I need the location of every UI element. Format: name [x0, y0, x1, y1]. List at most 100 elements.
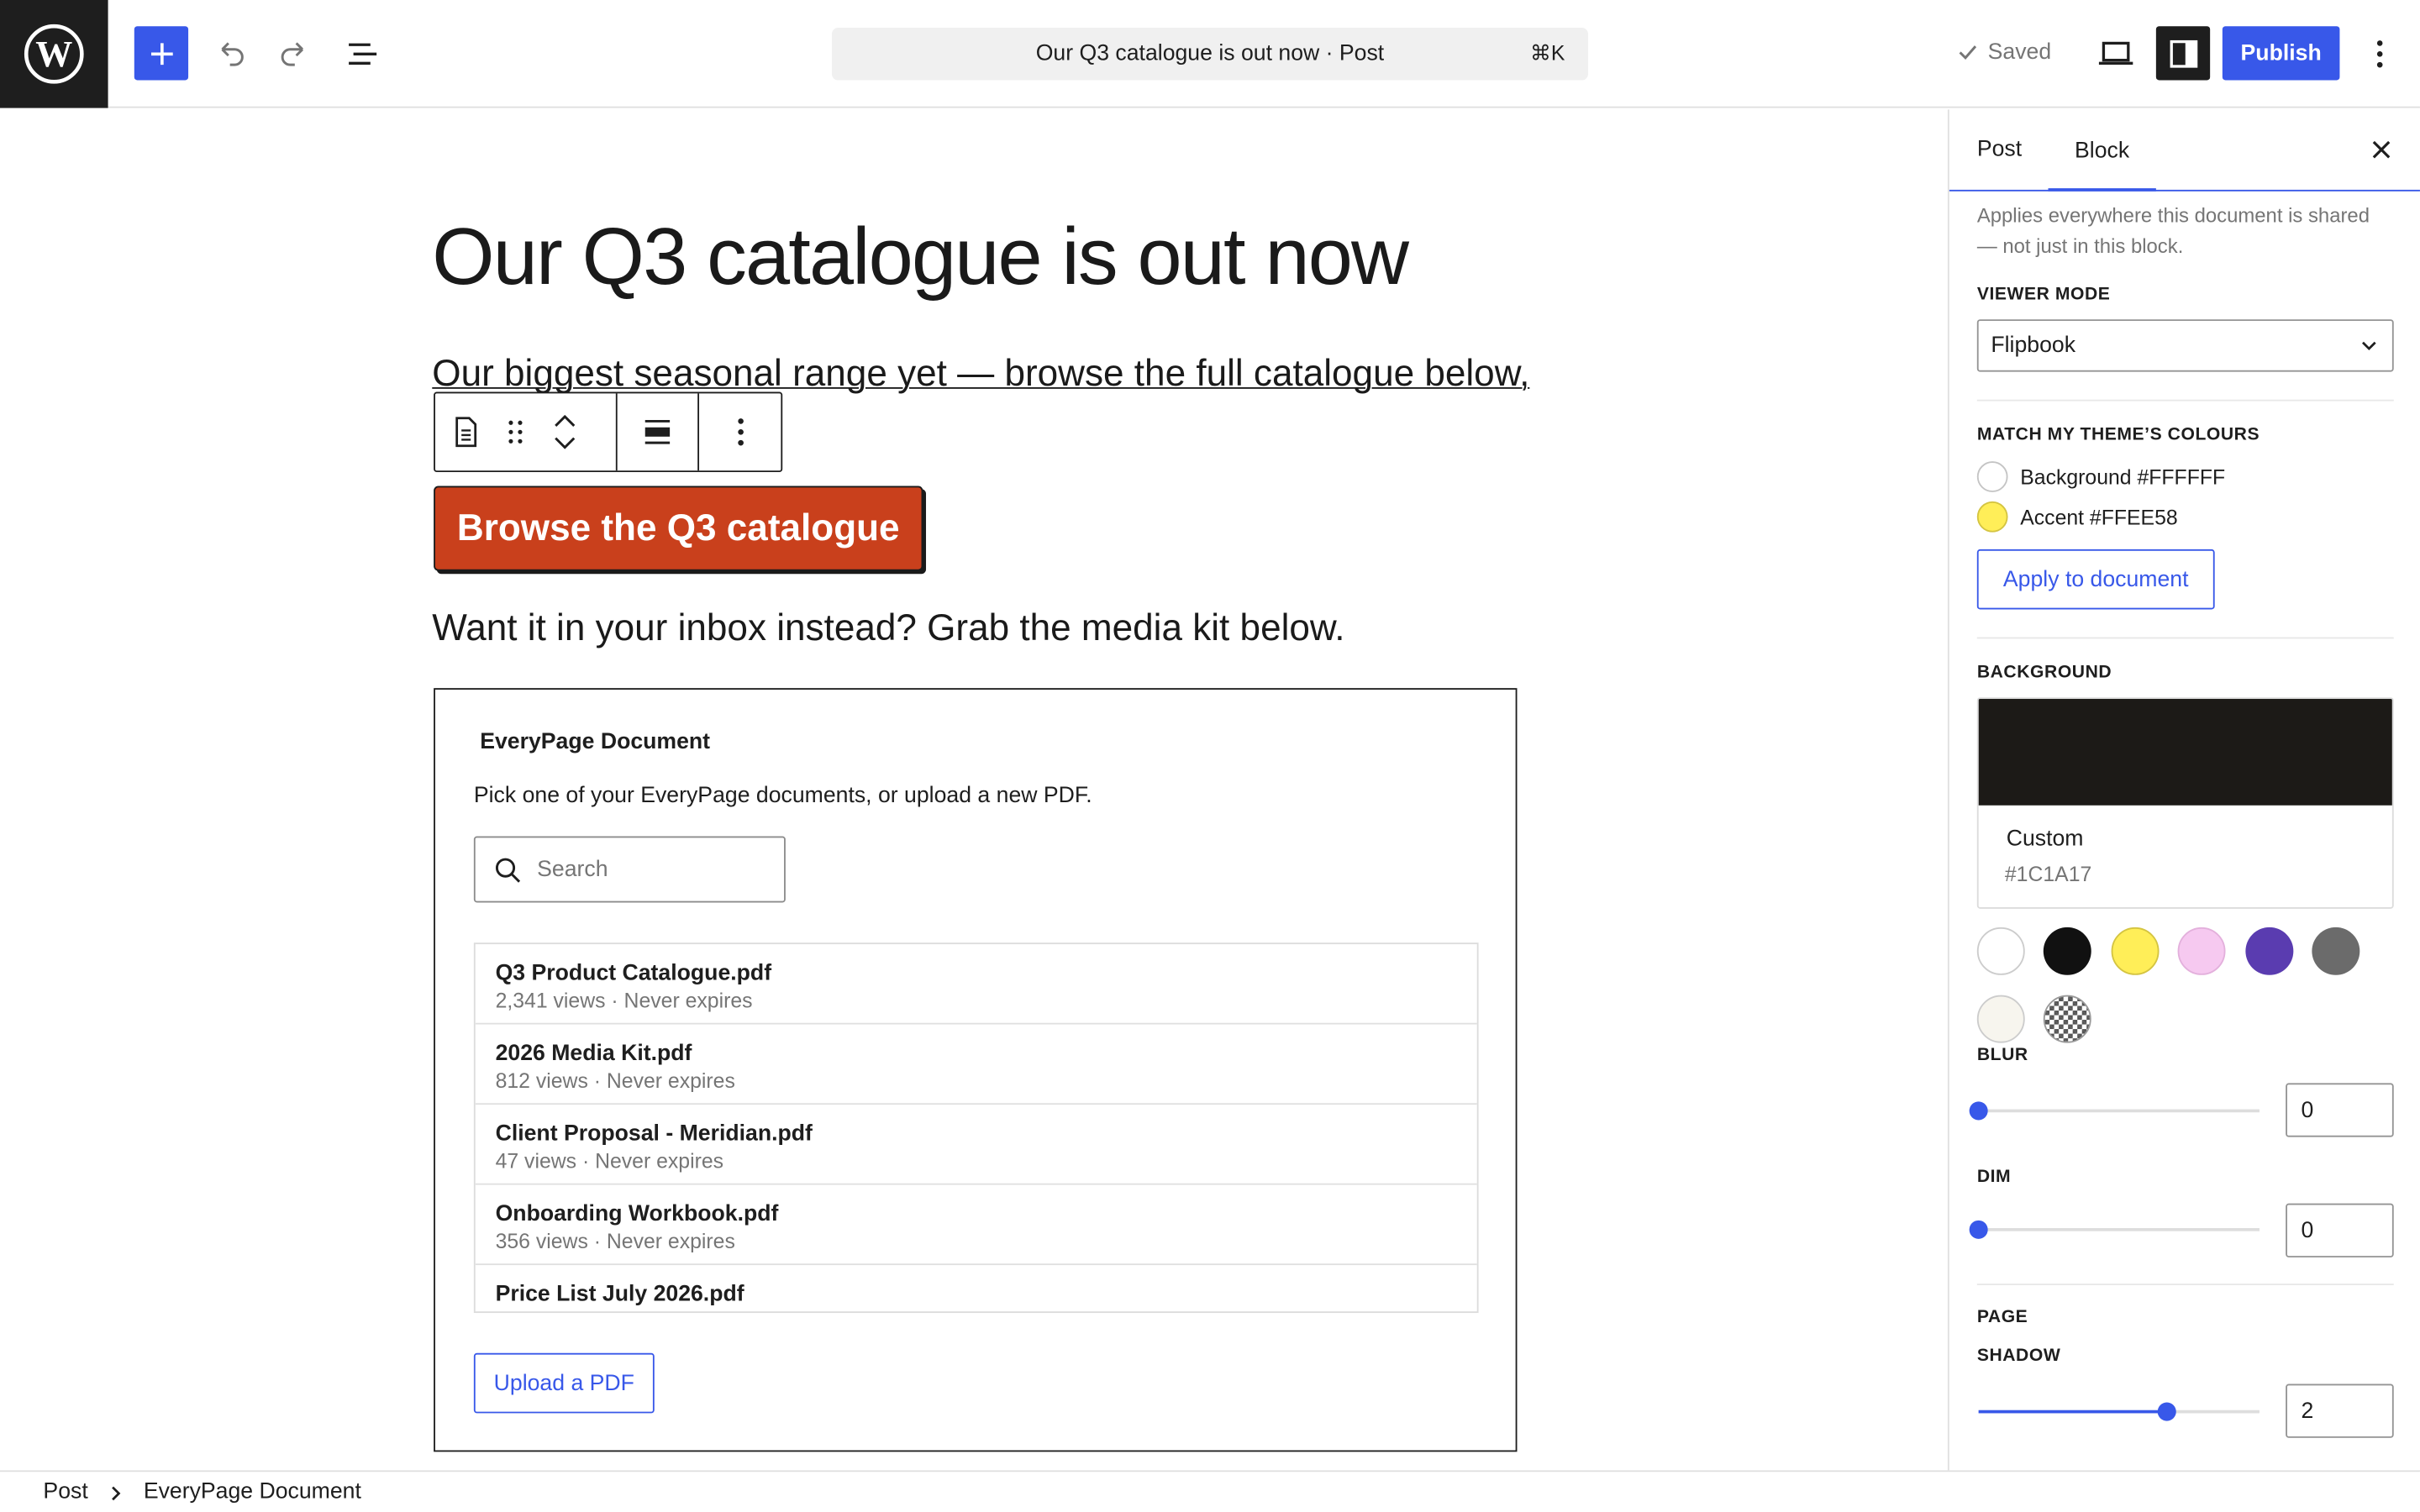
document-list-item[interactable]: Q3 Product Catalogue.pdf 2,341 views · N…	[475, 944, 1477, 1025]
block-toolbar	[434, 391, 783, 473]
check-icon	[1959, 45, 1977, 60]
palette-swatch-pink[interactable]	[2177, 927, 2226, 975]
dim-slider[interactable]	[1969, 1220, 2260, 1239]
shadow-input[interactable]: 2	[2286, 1383, 2394, 1438]
publish-button[interactable]: Publish	[2222, 26, 2340, 81]
browse-catalogue-button[interactable]: Browse the Q3 catalogue	[434, 486, 923, 571]
everypage-document-block[interactable]: EveryPage Document Pick one of your Ever…	[434, 688, 1518, 1452]
theme-colour-accent[interactable]: Accent #FFEE58	[1976, 501, 2178, 533]
document-list-item[interactable]: Price List July 2026.pdf	[476, 1265, 1477, 1311]
sidebar-tabs: Post Block	[1949, 109, 2420, 192]
block-inserter-button[interactable]	[134, 26, 189, 81]
accent-swatch	[1976, 501, 2008, 533]
shadow-slider-fill	[1978, 1410, 2167, 1414]
shadow-label: Shadow	[1976, 1347, 2061, 1366]
palette-swatch-yellow[interactable]	[2111, 927, 2160, 975]
document-settings-help: Applies everywhere this document is shar…	[1976, 203, 2370, 258]
chevron-down-icon	[2362, 341, 2376, 351]
editor-header: W Our Q3 catalogue is out now · Post ⌘K …	[0, 0, 2420, 108]
document-search-input[interactable]	[534, 855, 772, 884]
tab-post[interactable]: Post	[1977, 109, 2022, 190]
apply-to-document-button[interactable]: Apply to document	[1976, 549, 2215, 610]
post-title[interactable]: Our Q3 catalogue is out now	[432, 212, 1409, 304]
background-colour-preview	[1978, 699, 2392, 806]
background-label: Background	[1976, 663, 2112, 682]
breadcrumb-post[interactable]: Post	[43, 1479, 87, 1504]
upload-pdf-button[interactable]: Upload a PDF	[473, 1352, 655, 1414]
match-theme-colours-label: Match my theme’s colours	[1976, 425, 2260, 444]
document-overview-icon[interactable]	[343, 34, 383, 74]
close-icon[interactable]	[2363, 131, 2400, 168]
settings-sidebar-icon[interactable]	[2155, 26, 2211, 81]
search-icon	[495, 857, 521, 882]
background-colour-picker[interactable]: Custom #1C1A17	[1976, 697, 2394, 909]
command-shortcut: ⌘K	[1530, 41, 1565, 66]
document-list-item[interactable]: Onboarding Workbook.pdf 356 views · Neve…	[475, 1185, 1477, 1266]
settings-sidebar: Post Block Applies everywhere this docum…	[1947, 109, 2420, 1471]
palette-swatch-white[interactable]	[1976, 927, 2025, 975]
command-palette-bar[interactable]: Our Q3 catalogue is out now · Post ⌘K	[831, 28, 1588, 81]
everypage-block-description: Pick one of your EveryPage documents, or…	[473, 784, 1092, 809]
document-name: Client Proposal - Meridian.pdf	[495, 1121, 813, 1147]
block-toolbar-group-more	[699, 393, 781, 470]
document-block-icon[interactable]	[435, 393, 497, 470]
document-list-item[interactable]: Client Proposal - Meridian.pdf 47 views …	[475, 1105, 1477, 1185]
everypage-block-title: EveryPage Document	[480, 729, 711, 755]
breadcrumb-everypage-document[interactable]: EveryPage Document	[144, 1479, 361, 1504]
document-title: Our Q3 catalogue is out now · Post	[1035, 41, 1385, 66]
document-meta: 812 views · Never expires	[495, 1068, 735, 1093]
wordpress-logo-icon[interactable]: W	[0, 0, 108, 108]
inbox-paragraph[interactable]: Want it in your inbox instead? Grab the …	[432, 608, 1344, 651]
theme-colour-background[interactable]: Background #FFFFFF	[1976, 461, 2226, 492]
document-search-field[interactable]	[473, 836, 786, 903]
document-name: 2026 Media Kit.pdf	[495, 1041, 692, 1067]
block-toolbar-group-align	[618, 393, 700, 471]
blur-slider[interactable]	[1969, 1101, 2260, 1121]
dim-slider-thumb[interactable]	[1969, 1220, 1988, 1239]
section-divider	[1976, 637, 2394, 639]
drag-handle-icon[interactable]	[497, 393, 534, 470]
document-meta: 47 views · Never expires	[495, 1149, 724, 1173]
section-divider	[1976, 399, 2394, 402]
shadow-slider[interactable]	[1978, 1402, 2260, 1421]
theme-colour-label: Background #FFFFFF	[2020, 465, 2226, 489]
undo-icon[interactable]	[210, 34, 250, 74]
theme-colour-label: Accent #FFEE58	[2020, 505, 2178, 529]
block-options-icon[interactable]	[699, 393, 781, 470]
viewer-mode-select[interactable]: Flipbook	[1976, 319, 2394, 372]
section-divider	[1976, 1284, 2394, 1285]
align-wide-icon[interactable]	[618, 393, 698, 470]
move-down-icon[interactable]	[554, 437, 576, 449]
blur-label: Blur	[1976, 1046, 2028, 1065]
tab-block[interactable]: Block	[2048, 109, 2156, 191]
viewer-mode-value: Flipbook	[1991, 333, 2076, 359]
editor-canvas: Our Q3 catalogue is out now Our biggest …	[0, 109, 1948, 1471]
move-block-controls	[534, 393, 595, 470]
document-meta: 356 views · Never expires	[495, 1229, 735, 1253]
preview-device-icon[interactable]	[2096, 34, 2136, 74]
intro-paragraph[interactable]: Our biggest seasonal range yet — browse …	[432, 354, 1529, 396]
palette-swatch-cream[interactable]	[1976, 995, 2025, 1043]
palette-swatch-black[interactable]	[2043, 927, 2091, 975]
dim-input[interactable]: 0	[2286, 1203, 2394, 1257]
document-meta: 2,341 views · Never expires	[495, 989, 753, 1012]
tab-panel-focus-line	[1949, 189, 2420, 192]
redo-icon[interactable]	[275, 34, 315, 74]
move-up-icon[interactable]	[554, 415, 576, 428]
viewer-mode-label: Viewer mode	[1976, 285, 2111, 304]
chevron-right-icon	[112, 1486, 121, 1501]
shadow-slider-thumb[interactable]	[2157, 1402, 2176, 1421]
blur-input[interactable]: 0	[2286, 1083, 2394, 1137]
dim-label: Dim	[1976, 1168, 2012, 1187]
palette-swatch-transparent[interactable]	[2043, 995, 2091, 1043]
saved-label: Saved	[1987, 39, 2052, 66]
svg-text:W: W	[35, 34, 72, 75]
block-toolbar-group-move	[435, 393, 618, 471]
blur-slider-thumb[interactable]	[1969, 1101, 1988, 1121]
document-list-item[interactable]: 2026 Media Kit.pdf 812 views · Never exp…	[475, 1025, 1477, 1105]
palette-swatch-grey[interactable]	[2312, 927, 2360, 975]
palette-swatch-purple[interactable]	[2245, 927, 2294, 975]
saved-status: Saved	[1957, 40, 2051, 65]
page-label: Page	[1976, 1308, 2028, 1327]
options-menu-icon[interactable]	[2361, 34, 2398, 74]
